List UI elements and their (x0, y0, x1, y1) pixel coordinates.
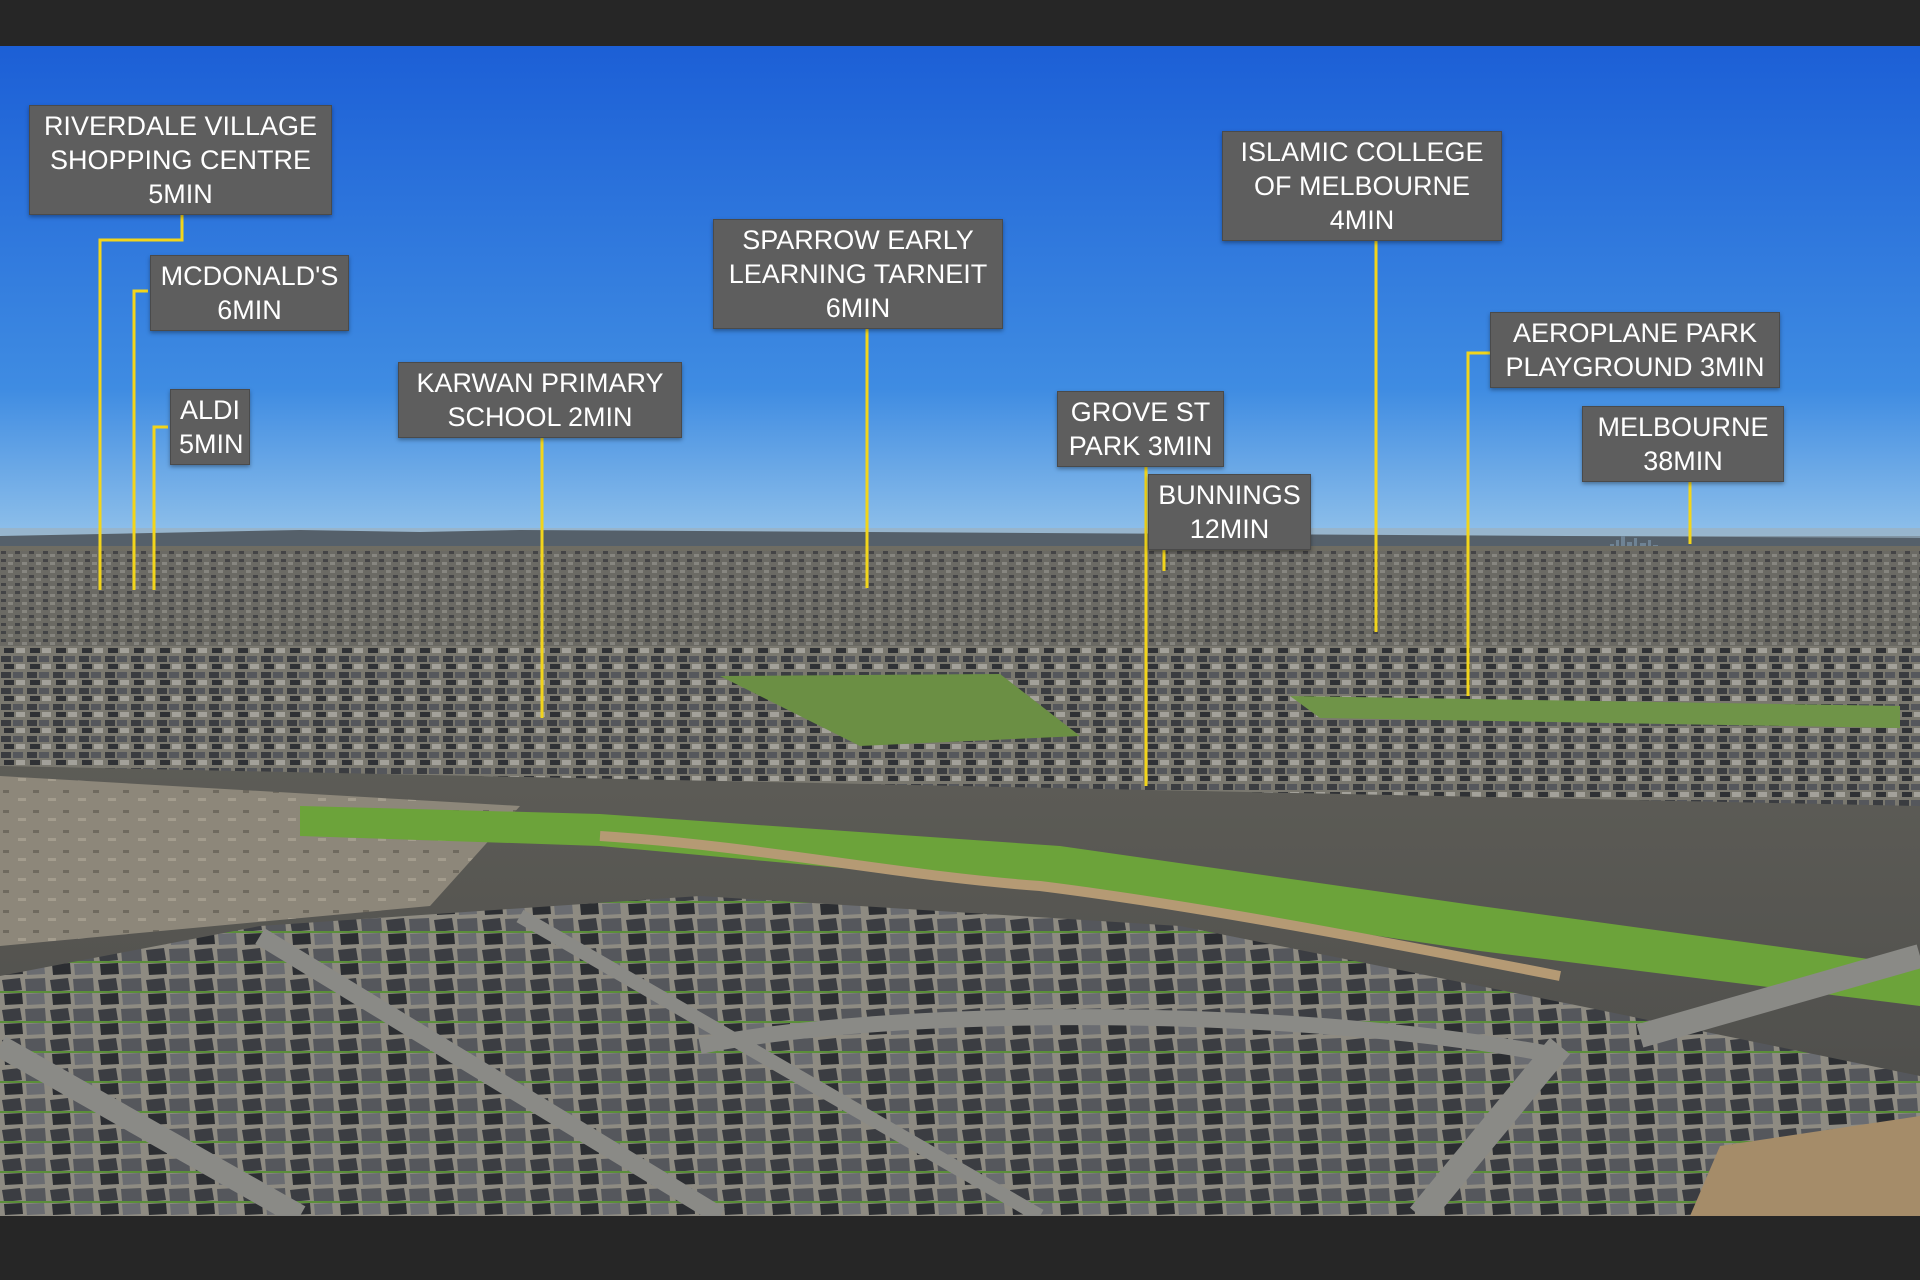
label-line: GROVE ST (1070, 397, 1211, 427)
label-line: RIVERDALE VILLAGE (43, 111, 318, 141)
label-grove-st-park: GROVE ST PARK 3MIN (1057, 391, 1224, 467)
label-line: SPARROW EARLY (742, 225, 974, 255)
label-aeroplane-park-playground: AEROPLANE PARK PLAYGROUND 3MIN (1490, 312, 1780, 388)
label-islamic-college-of-melbourne: ISLAMIC COLLEGE OF MELBOURNE 4MIN (1222, 131, 1502, 241)
label-sparrow-early-learning-tarneit: SPARROW EARLY LEARNING TARNEIT 6MIN (713, 219, 1003, 329)
label-line: PLAYGROUND 3MIN (1505, 352, 1765, 382)
label-mcdonalds: MCDONALD'S 6MIN (150, 255, 349, 331)
label-line: 38MIN (1643, 446, 1723, 476)
label-line: LEARNING TARNEIT (728, 259, 988, 289)
label-bunnings: BUNNINGS 12MIN (1148, 474, 1311, 550)
label-line: 6MIN (825, 293, 891, 323)
label-riverdale-village-shopping-centre: RIVERDALE VILLAGE SHOPPING CENTRE 5MIN (29, 105, 332, 215)
label-line: MELBOURNE (1597, 412, 1769, 442)
label-line: MCDONALD'S (160, 261, 339, 291)
label-line: BUNNINGS (1158, 480, 1301, 510)
label-line: 4MIN (1329, 205, 1395, 235)
bottom-letterbox-bar (0, 1216, 1920, 1280)
label-line: AEROPLANE PARK (1512, 318, 1758, 348)
label-line: ISLAMIC COLLEGE (1240, 137, 1484, 167)
label-melbourne: MELBOURNE 38MIN (1582, 406, 1784, 482)
image-frame: RIVERDALE VILLAGE SHOPPING CENTRE 5MIN M… (0, 0, 1920, 1280)
label-line: OF MELBOURNE (1253, 171, 1471, 201)
top-letterbox-bar (0, 0, 1920, 46)
label-line: 6MIN (217, 295, 282, 325)
label-line: 5MIN (179, 429, 244, 459)
label-line: 5MIN (148, 179, 213, 209)
label-line: KARWAN PRIMARY (416, 368, 664, 398)
label-line: 12MIN (1189, 514, 1270, 544)
label-line: SHOPPING CENTRE (49, 145, 312, 175)
label-line: ALDI (179, 395, 241, 425)
label-line: SCHOOL 2MIN (447, 402, 633, 432)
label-aldi: ALDI 5MIN (170, 389, 250, 465)
label-karwan-primary-school: KARWAN PRIMARY SCHOOL 2MIN (398, 362, 682, 438)
label-line: PARK 3MIN (1068, 431, 1213, 461)
